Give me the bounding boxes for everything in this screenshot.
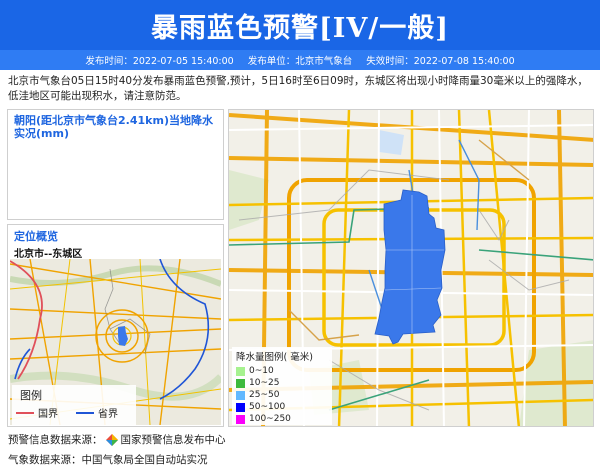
- map-legend-items: 国界 省界: [12, 403, 136, 422]
- rainfall-legend-item: 50~100: [232, 401, 332, 413]
- rainfall-panel-title: 朝阳(距北京市气象台2.41km)当地降水实况(mm): [14, 114, 213, 140]
- warning-data-source: 预警信息数据来源： 国家预警信息发布中心: [8, 432, 226, 447]
- legend-swatch-50-100: [236, 402, 245, 412]
- map-legend-title: 图例: [20, 389, 42, 402]
- rainfall-legend-item: 0~10: [232, 365, 332, 377]
- location-panel-title: 定位概览: [14, 230, 58, 243]
- national-border-swatch: [16, 411, 34, 414]
- rainfall-legend-item: 25~50: [232, 389, 332, 401]
- weather-source-text: 气象数据来源：中国气象局全国自动站实况: [8, 454, 208, 466]
- warning-title: 暴雨蓝色预警[IV/一般]: [151, 12, 449, 44]
- legend-swatch-100-250: [236, 414, 245, 424]
- publisher: 发布单位：北京市气象台: [247, 56, 353, 67]
- expire-time: 失效时间：2022-07-08 15:40:00: [366, 56, 515, 67]
- legend-swatch-10-25: [236, 378, 245, 388]
- warning-title-banner: 暴雨蓝色预警[IV/一般]: [0, 0, 600, 50]
- national-border-label: 国界: [38, 409, 58, 420]
- rainfall-legend-item: 10~25: [232, 377, 332, 389]
- warning-source-name: 国家预警信息发布中心: [120, 434, 226, 446]
- legend-label-25-50: 25~50: [249, 390, 280, 400]
- rainfall-legend-item: 100~250: [232, 413, 332, 425]
- legend-label-100-250: 100~250: [249, 414, 291, 424]
- legend-label-10-25: 10~25: [249, 378, 280, 388]
- legend-label-50-100: 50~100: [249, 402, 286, 412]
- province-border-label: 省界: [98, 409, 118, 420]
- warning-source-label: 预警信息数据来源：: [8, 434, 103, 446]
- weather-data-source: 气象数据来源：中国气象局全国自动站实况: [8, 452, 208, 467]
- rainfall-legend: 降水量图例( 毫米) 0~10 10~25 25~50 50~100 100~2…: [232, 347, 332, 425]
- legend-swatch-0-10: [236, 366, 245, 376]
- legend-label-0-10: 0~10: [249, 366, 274, 376]
- map-legend: 图例 国界 省界: [12, 385, 136, 425]
- rainfall-panel: 朝阳(距北京市气象台2.41km)当地降水实况(mm): [7, 109, 224, 220]
- publish-time: 发布时间：2022-07-05 15:40:00: [85, 56, 234, 67]
- warning-meta-bar: 发布时间：2022-07-05 15:40:00 发布单位：北京市气象台 失效时…: [0, 50, 600, 70]
- warning-description: 北京市气象台05日15时40分发布暴雨蓝色预警,预计，5日16时至6日09时，东…: [8, 75, 588, 102]
- province-border-swatch: [76, 411, 94, 414]
- location-overview-panel: 定位概览 北京市--东城区 图例 国界 省界: [7, 224, 224, 427]
- warning-center-logo-icon: [105, 433, 118, 446]
- legend-swatch-25-50: [236, 390, 245, 400]
- rainfall-legend-title: 降水量图例( 毫米): [236, 352, 313, 363]
